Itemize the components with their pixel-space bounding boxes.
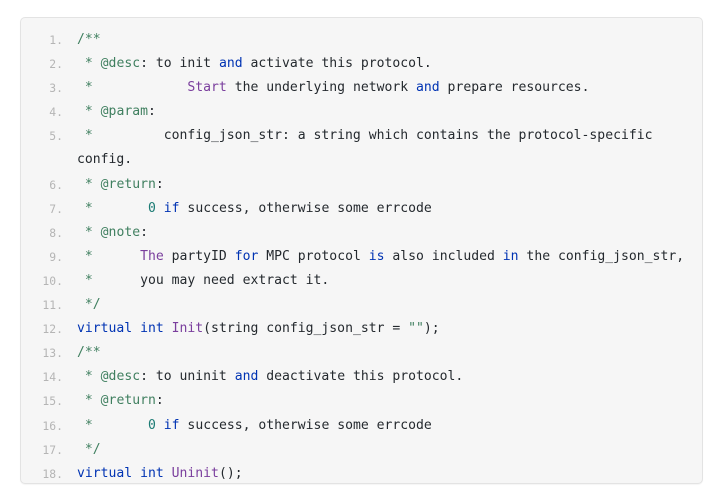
- code-token: @desc: [100, 369, 141, 385]
- code-token: and: [234, 369, 259, 385]
- code-token: *: [77, 128, 101, 144]
- code-token: deactivate this protocol.: [258, 369, 464, 385]
- code-line: virtual int Uninit();: [23, 462, 690, 483]
- code-token: :: [155, 176, 164, 192]
- code-line: /**: [23, 28, 690, 52]
- code-token: (string config_json_str =: [203, 321, 409, 337]
- code-token: activate this protocol.: [242, 56, 432, 72]
- code-token: in: [502, 248, 519, 264]
- code-token: ();: [218, 465, 243, 481]
- code-line: * Start the underlying network and prepa…: [23, 76, 690, 100]
- code-block[interactable]: /** * @desc: to init and activate this p…: [20, 17, 703, 484]
- code-line: * @return:: [23, 173, 690, 197]
- code-token: config_json_str: a string which contains…: [77, 128, 661, 168]
- code-token: 0: [147, 417, 156, 433]
- code-token: is: [368, 248, 385, 264]
- code-token: /**: [77, 32, 101, 47]
- code-token: int: [140, 321, 164, 337]
- code-token: *: [77, 369, 101, 385]
- code-line: */: [23, 438, 690, 462]
- code-token: if: [163, 200, 180, 216]
- code-token: "": [408, 321, 424, 337]
- code-token: the underlying network: [226, 80, 417, 96]
- code-line: virtual int Init(string config_json_str …: [23, 317, 690, 341]
- code-token: Init: [171, 321, 204, 337]
- code-token: MPC protocol: [258, 248, 369, 264]
- code-token: partyID: [163, 248, 235, 264]
- code-token: */: [77, 297, 101, 313]
- code-token: *: [77, 176, 101, 192]
- code-line: * you may need extract it.: [23, 269, 690, 293]
- code-token: Uninit: [171, 465, 219, 481]
- code-token: :: [140, 224, 148, 240]
- code-token: the config_json_str,: [518, 248, 685, 264]
- code-line: * 0 if success, otherwise some errcode: [23, 197, 690, 221]
- code-token: virtual: [77, 321, 133, 337]
- code-line: * config_json_str: a string which contai…: [23, 124, 690, 172]
- code-token: *: [77, 200, 101, 216]
- code-token: The: [140, 248, 164, 264]
- code-token: *: [77, 56, 101, 72]
- code-line: * 0 if success, otherwise some errcode: [23, 414, 690, 438]
- code-token: /**: [77, 345, 101, 361]
- code-token: *: [77, 248, 101, 264]
- code-token: Start: [187, 80, 227, 96]
- code-token: 0: [147, 200, 156, 216]
- code-line: /**: [23, 341, 690, 365]
- code-token: *: [77, 417, 101, 433]
- code-line: * The partyID for MPC protocol is also i…: [23, 245, 690, 269]
- code-line: */: [23, 293, 690, 317]
- code-token: int: [140, 465, 164, 481]
- code-token: for: [234, 248, 259, 264]
- code-token: success, otherwise some errcode: [179, 417, 432, 433]
- code-token: *: [77, 224, 101, 240]
- code-token: @return: [100, 393, 156, 409]
- code-line: * @desc: to init and activate this proto…: [23, 52, 690, 76]
- code-token: *: [77, 272, 101, 288]
- code-token: );: [423, 321, 440, 337]
- code-line: * @note:: [23, 221, 690, 245]
- code-token: and: [416, 80, 440, 96]
- code-token: @param: [100, 104, 148, 120]
- code-token: : to uninit: [140, 369, 235, 385]
- code-token: virtual: [77, 465, 133, 481]
- code-token: @desc: [100, 56, 141, 72]
- code-line: * @return:: [23, 389, 690, 413]
- code-token: :: [155, 393, 164, 409]
- code-token: *: [77, 104, 101, 120]
- code-token: *: [77, 393, 101, 409]
- code-line: * @desc: to uninit and deactivate this p…: [23, 365, 690, 389]
- code-line-list: /** * @desc: to init and activate this p…: [21, 28, 690, 483]
- code-line: * @param:: [23, 100, 690, 124]
- code-token: @return: [100, 176, 156, 192]
- code-token: *: [77, 80, 101, 96]
- code-token: if: [163, 417, 180, 433]
- code-token: and: [218, 56, 243, 72]
- code-token: */: [77, 441, 101, 457]
- code-token: success, otherwise some errcode: [179, 200, 432, 216]
- code-token: @note: [100, 224, 141, 240]
- code-token: also included: [384, 248, 503, 264]
- code-token: prepare resources.: [439, 80, 590, 96]
- code-token: : to init: [140, 56, 219, 72]
- code-token: :: [147, 104, 156, 120]
- code-token: you may need extract it.: [100, 272, 330, 288]
